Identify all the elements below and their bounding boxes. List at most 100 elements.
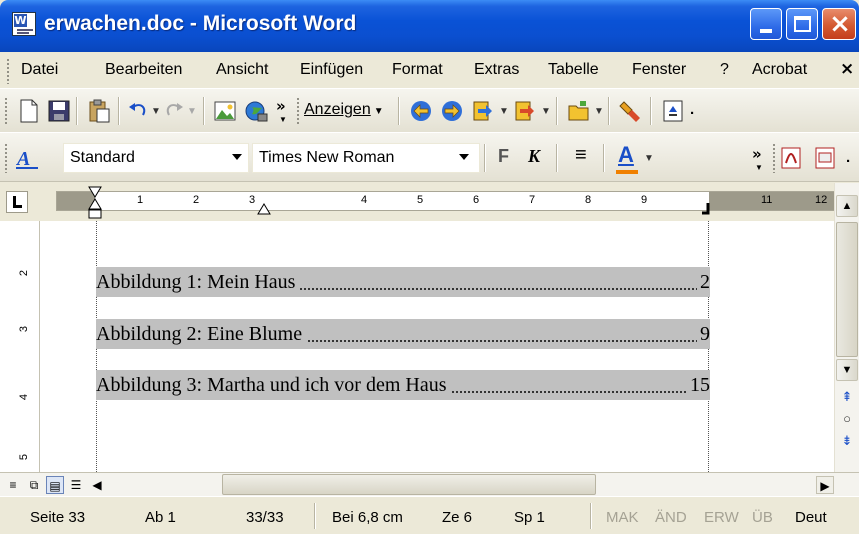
menu-help[interactable]: ?: [720, 61, 729, 79]
menu-ansicht[interactable]: Ansicht: [216, 61, 268, 79]
tab-selector-button[interactable]: [6, 191, 28, 213]
vertical-ruler[interactable]: 2 3 4 5: [18, 221, 40, 472]
align-button[interactable]: ≡: [575, 144, 587, 167]
open-dropdown[interactable]: ▼: [594, 106, 604, 117]
new-document-icon[interactable]: [16, 98, 42, 124]
font-color-dropdown[interactable]: ▼: [644, 153, 654, 164]
select-browse-object-icon[interactable]: ○: [840, 411, 854, 426]
font-select[interactable]: Times New Roman: [252, 143, 480, 173]
right-indent-marker[interactable]: [702, 203, 712, 215]
document-page[interactable]: Abbildung 1: Mein Haus 2 Abbildung 2: Ei…: [40, 221, 834, 472]
outline-view-icon[interactable]: ☰: [67, 476, 85, 494]
horizontal-ruler[interactable]: 1 2 3 4 5 6 7 8 9 11 12: [56, 191, 836, 211]
next-icon[interactable]: [470, 98, 496, 124]
window-title: erwachen.doc - Microsoft Word: [44, 12, 357, 35]
toolbar-grip[interactable]: [772, 143, 776, 173]
horizontal-scroll-thumb[interactable]: [222, 474, 596, 495]
scroll-up-button[interactable]: ▲: [836, 195, 858, 217]
ruler-number: 11: [761, 194, 773, 206]
close-document-button[interactable]: ×: [840, 59, 854, 79]
status-ueb[interactable]: ÜB: [752, 509, 773, 526]
minimize-button[interactable]: [750, 8, 782, 40]
menu-acrobat[interactable]: Acrobat: [752, 61, 807, 79]
forward-icon[interactable]: [439, 98, 465, 124]
paste-icon[interactable]: [86, 98, 112, 124]
toc-entry-text: Abbildung 2: Eine Blume: [96, 319, 307, 349]
maximize-button[interactable]: [786, 8, 818, 40]
vertical-scroll-thumb[interactable]: [836, 222, 858, 357]
redo-dropdown[interactable]: ▼: [187, 106, 197, 117]
web-globe-icon[interactable]: [243, 98, 269, 124]
menu-einfuegen[interactable]: Einfügen: [300, 61, 363, 79]
highlight-icon[interactable]: [618, 98, 644, 124]
minimize-icon: [760, 29, 772, 33]
back-icon[interactable]: [408, 98, 434, 124]
document-map-icon[interactable]: [660, 98, 686, 124]
toc-entry[interactable]: Abbildung 3: Martha und ich vor dem Haus…: [96, 370, 710, 400]
save-icon[interactable]: [46, 98, 72, 124]
menu-extras[interactable]: Extras: [474, 61, 519, 79]
status-pages: 33/33: [246, 509, 284, 526]
menu-tabelle[interactable]: Tabelle: [548, 61, 599, 79]
menu-format[interactable]: Format: [392, 61, 443, 79]
undo-icon[interactable]: [127, 98, 149, 124]
formatting-overflow[interactable]: »: [752, 145, 762, 163]
ruler-number: 5: [417, 194, 424, 206]
menu-grip[interactable]: [6, 58, 10, 84]
toolbar-grip[interactable]: [296, 97, 300, 125]
toc-entry-text: Abbildung 3: Martha und ich vor dem Haus: [96, 370, 451, 400]
toc-entry[interactable]: Abbildung 1: Mein Haus 2: [96, 267, 710, 297]
next-page-icon[interactable]: ⇟: [840, 433, 854, 449]
scroll-down-button[interactable]: ▼: [836, 359, 858, 381]
status-aend[interactable]: ÄND: [655, 509, 687, 526]
undo-dropdown[interactable]: ▼: [151, 106, 161, 117]
vertical-scrollbar[interactable]: ▲ ▼ ⇞ ○ ⇟: [834, 183, 859, 472]
scroll-right-button[interactable]: ▶: [816, 476, 834, 494]
pdf-icon[interactable]: [778, 145, 804, 171]
word-doc-icon[interactable]: W: [12, 12, 36, 36]
close-icon: ×: [829, 9, 851, 39]
formatting-overflow-right[interactable]: .: [846, 149, 850, 166]
tab-stop-marker[interactable]: [256, 202, 272, 216]
goto-icon[interactable]: [512, 98, 538, 124]
status-mak[interactable]: MAK: [606, 509, 639, 526]
ruler-number: 8: [585, 194, 592, 206]
toolbar-grip[interactable]: [4, 97, 8, 125]
redo-icon[interactable]: [163, 98, 185, 124]
insert-picture-icon[interactable]: [212, 98, 238, 124]
scroll-left-button[interactable]: ◀: [88, 476, 106, 494]
normal-view-icon[interactable]: ≡: [4, 476, 22, 494]
ruler-number: 7: [529, 194, 536, 206]
svg-text:A: A: [15, 148, 30, 170]
toc-entry[interactable]: Abbildung 2: Eine Blume 9: [96, 319, 710, 349]
ruler-number: 2: [18, 269, 31, 277]
toolbar-separator: [118, 97, 120, 125]
toc-entry-page: 9: [697, 319, 710, 349]
pdf-email-icon[interactable]: [812, 145, 838, 171]
close-window-button[interactable]: ×: [822, 8, 856, 40]
toolbar-separator: [484, 144, 486, 172]
web-layout-icon[interactable]: ⧉: [25, 476, 43, 494]
status-erw[interactable]: ERW: [704, 509, 739, 526]
horizontal-scrollbar-bar: ≡ ⧉ ▤ ☰ ◀ ▶: [0, 472, 859, 496]
goto-dropdown[interactable]: ▼: [541, 106, 551, 117]
font-color-button[interactable]: A: [618, 142, 634, 168]
previous-page-icon[interactable]: ⇞: [840, 389, 854, 405]
menu-fenster[interactable]: Fenster: [632, 61, 686, 79]
style-select[interactable]: Standard: [63, 143, 249, 173]
menu-datei[interactable]: Datei: [21, 61, 58, 79]
print-layout-icon[interactable]: ▤: [46, 476, 64, 494]
toolbar-overflow[interactable]: »: [276, 97, 286, 115]
italic-button[interactable]: K: [528, 146, 540, 167]
bold-button[interactable]: F: [498, 146, 509, 167]
toolbar-grip[interactable]: [4, 143, 8, 173]
ruler-number: 9: [641, 194, 648, 206]
toolbar-separator: [650, 97, 652, 125]
toolbar-overflow-right[interactable]: .: [690, 101, 694, 118]
show-button[interactable]: Anzeigen ▼: [304, 101, 384, 119]
menu-bearbeiten[interactable]: Bearbeiten: [105, 61, 182, 79]
styles-icon[interactable]: A: [14, 145, 40, 171]
next-dropdown[interactable]: ▼: [499, 106, 509, 117]
indent-markers[interactable]: [87, 185, 103, 221]
open-folder-icon[interactable]: [566, 98, 592, 124]
